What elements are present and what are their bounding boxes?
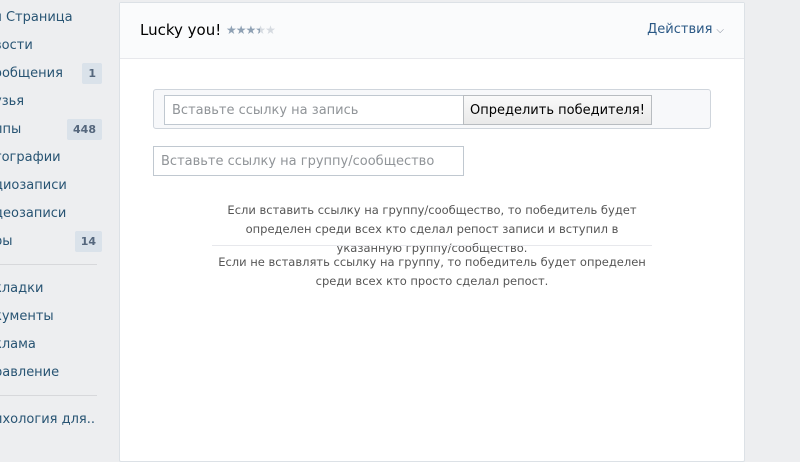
sidebar-item-documents[interactable]: кументы: [0, 304, 104, 328]
sidebar-item-friends[interactable]: узья: [0, 89, 104, 113]
star-icon: ★: [235, 23, 247, 37]
sidebar-divider: [0, 395, 97, 396]
info-divider: [212, 245, 652, 246]
sidebar-item-label: я Страница: [0, 9, 73, 25]
sidebar-item-label: ообщения: [0, 65, 63, 81]
sidebar-item-label: ихология для..: [0, 411, 95, 427]
sidebar-item-app-psychology[interactable]: ихология для..: [0, 407, 104, 431]
star-half-icon: ★: [255, 23, 266, 37]
games-count-badge: 14: [74, 230, 102, 252]
sidebar-item-groups[interactable]: ппы 448: [0, 117, 104, 141]
sidebar-item-label: кументы: [0, 308, 54, 324]
sidebar-item-label: равление: [0, 364, 60, 380]
sidebar-item-bookmarks[interactable]: кладки: [0, 276, 104, 300]
post-link-input[interactable]: [164, 95, 464, 125]
star-empty-icon: ★: [265, 23, 276, 37]
messages-count-badge: 1: [82, 62, 102, 84]
sidebar-item-label: деозаписи: [0, 205, 67, 221]
info-text-no-group: Если не вставлять ссылку на группу, то п…: [218, 255, 646, 288]
sidebar-item-label: ппы: [0, 121, 22, 137]
sidebar-item-messages[interactable]: ообщения 1: [0, 61, 104, 85]
chevron-down-icon: ⌵: [716, 25, 724, 36]
info-text-group: Если вставить ссылку на группу/сообществ…: [227, 203, 637, 255]
sidebar-item-management[interactable]: равление: [0, 360, 104, 384]
sidebar-item-photos[interactable]: тографии: [0, 145, 104, 169]
determine-winner-button[interactable]: Определить победителя!: [463, 95, 652, 125]
sidebar-item-label: ры: [0, 233, 13, 249]
app-title: Lucky you!: [140, 21, 222, 39]
sidebar-item-news[interactable]: вости: [0, 33, 104, 57]
rating-stars: ★★★★★: [226, 23, 276, 37]
sidebar-item-my-page[interactable]: я Страница: [0, 5, 104, 29]
sidebar-divider: [0, 264, 97, 265]
sidebar-item-games[interactable]: ры 14: [0, 229, 104, 253]
star-icon: ★: [245, 23, 257, 37]
sidebar-item-videos[interactable]: деозаписи: [0, 201, 104, 225]
sidebar-item-label: тографии: [0, 149, 61, 165]
sidebar-item-label: узья: [0, 93, 25, 109]
sidebar-item-music[interactable]: диозаписи: [0, 173, 104, 197]
sidebar-item-label: кладки: [0, 280, 44, 296]
group-link-input[interactable]: [153, 146, 464, 176]
sidebar-item-label: клама: [0, 336, 36, 352]
post-link-form: Определить победителя!: [153, 89, 711, 129]
actions-label: Действия: [647, 22, 713, 37]
left-sidebar: я Страница вости ообщения 1 узья ппы 448 т…: [0, 0, 110, 441]
sidebar-item-label: вости: [0, 37, 33, 53]
groups-count-badge: 448: [67, 118, 102, 140]
sidebar-item-ads[interactable]: клама: [0, 332, 104, 356]
sidebar-item-label: диозаписи: [0, 177, 67, 193]
app-card: Lucky you! ★★★★★ Действия⌵ Определить по…: [119, 2, 745, 462]
actions-menu[interactable]: Действия ⌵: [647, 22, 724, 37]
star-icon: ★: [226, 23, 237, 37]
app-header: Lucky you! ★★★★★ Действия ⌵: [120, 3, 744, 59]
